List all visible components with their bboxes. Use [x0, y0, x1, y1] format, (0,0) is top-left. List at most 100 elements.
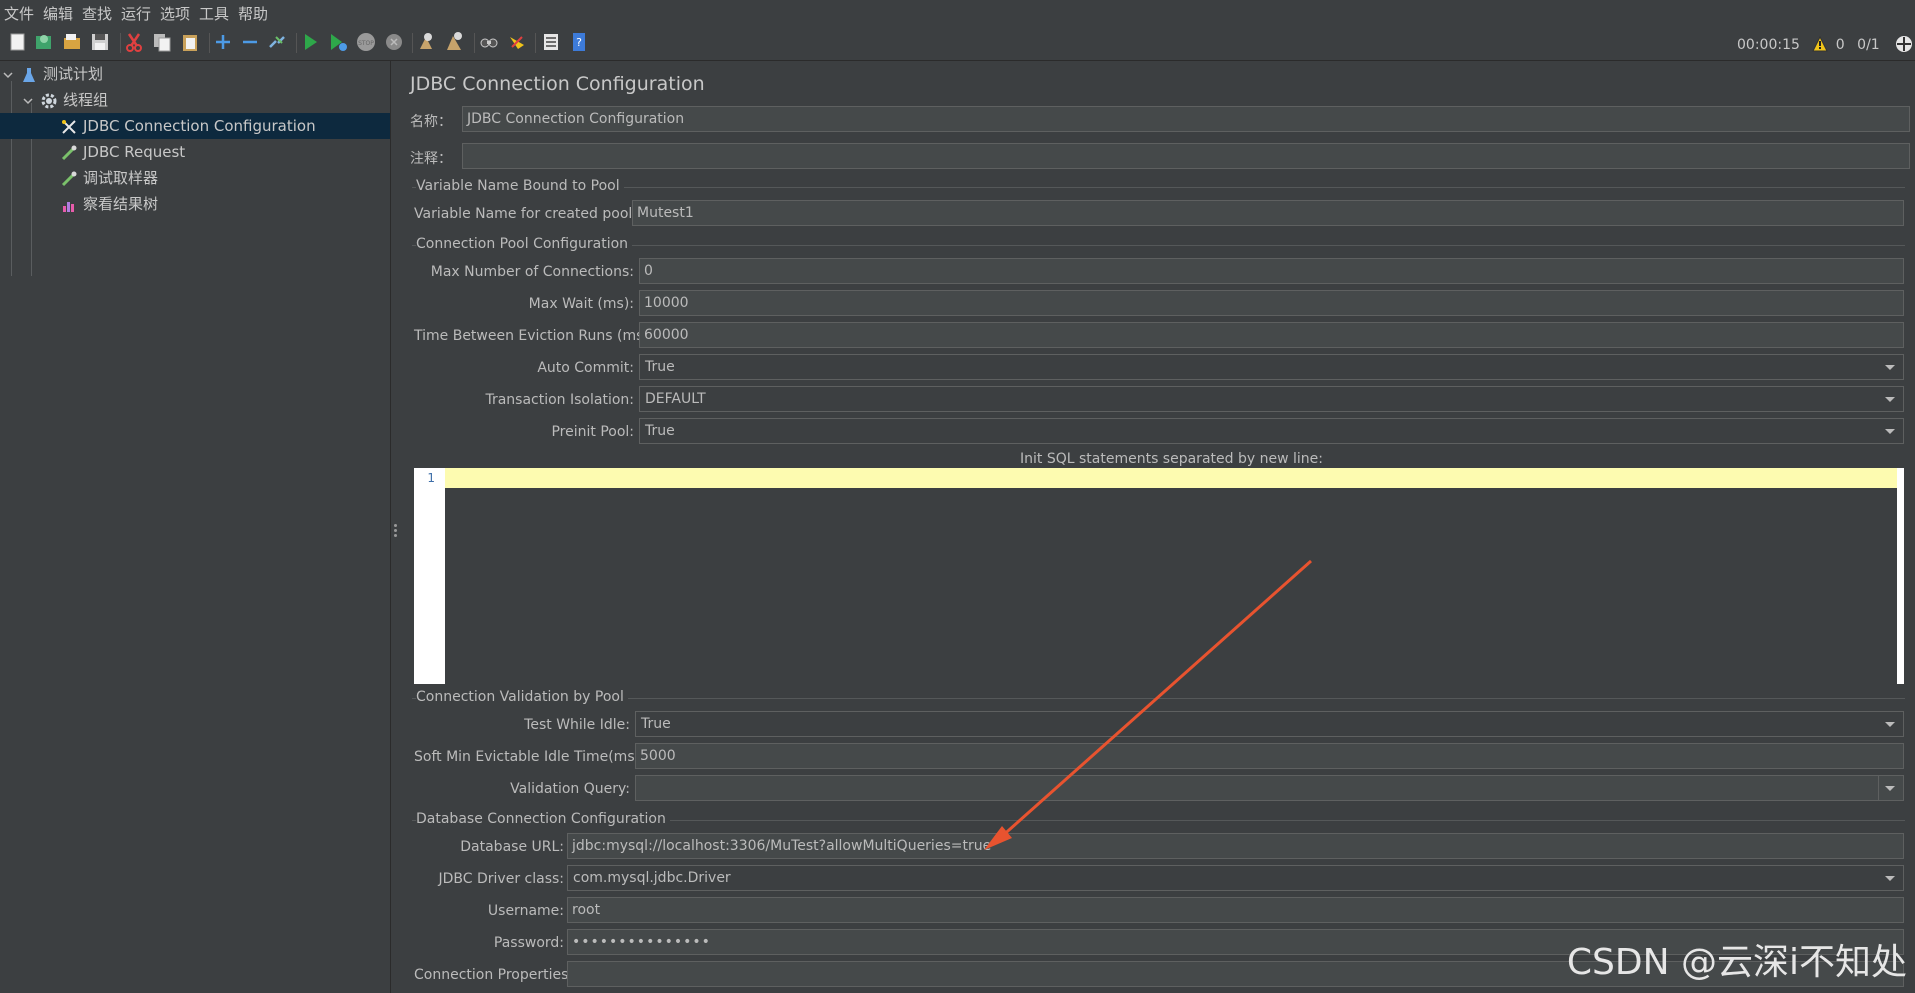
chevron-down-icon[interactable]	[2, 66, 14, 84]
max-connections-field[interactable]: 0	[639, 258, 1904, 284]
search-icon[interactable]	[478, 31, 500, 53]
max-wait-field[interactable]: 10000	[639, 290, 1904, 316]
test-while-idle-select[interactable]: True	[635, 711, 1904, 737]
tree-node-thread-group[interactable]: 线程组	[22, 87, 108, 113]
auto-commit-select[interactable]: True	[639, 354, 1904, 380]
start-icon[interactable]	[299, 31, 321, 53]
tree-node-debug-sampler[interactable]: 调试取样器	[60, 165, 158, 191]
reset-search-icon[interactable]	[506, 31, 528, 53]
clear-icon[interactable]	[416, 31, 438, 53]
copy-icon[interactable]	[151, 31, 173, 53]
gear-icon	[41, 93, 57, 108]
remote-engines-icon[interactable]	[1894, 34, 1914, 54]
eviction-runs-field[interactable]: 60000	[639, 322, 1904, 348]
validation-query-select[interactable]	[635, 775, 1904, 801]
page-title: JDBC Connection Configuration	[410, 73, 705, 95]
tree-node-view-results-tree[interactable]: 察看结果树	[60, 191, 158, 217]
config-tools-icon	[62, 119, 76, 134]
collapse-icon[interactable]	[239, 31, 261, 53]
line-number: 1	[427, 471, 435, 485]
open-icon[interactable]	[61, 31, 83, 53]
tree-label: JDBC Connection Configuration	[83, 117, 316, 135]
init-sql-label: Init SQL statements separated by new lin…	[1020, 451, 1323, 467]
pool-variable-field[interactable]: Mutest1	[632, 200, 1904, 226]
menu-options[interactable]: 选项	[160, 3, 190, 24]
line-number-gutter: 1	[414, 468, 445, 684]
current-line-highlight	[445, 468, 1897, 488]
tree-label: 测试计划	[43, 65, 104, 83]
menu-tools[interactable]: 工具	[199, 3, 229, 24]
chevron-down-icon	[1885, 876, 1895, 881]
flask-icon	[23, 67, 35, 82]
menu-run[interactable]: 运行	[121, 3, 151, 24]
database-url-label: Database URL:	[460, 839, 564, 855]
paste-icon[interactable]	[179, 31, 201, 53]
shutdown-icon[interactable]	[383, 31, 405, 53]
tree-node-jdbc-config[interactable]: JDBC Connection Configuration	[0, 113, 390, 139]
validation-query-label: Validation Query:	[510, 781, 630, 797]
config-panel: JDBC Connection Configuration 名称： JDBC C…	[400, 61, 1915, 993]
transaction-isolation-select[interactable]: DEFAULT	[639, 386, 1904, 412]
connection-properties-label: Connection Properties:	[414, 967, 574, 983]
expand-icon[interactable]	[212, 31, 234, 53]
max-wait-label: Max Wait (ms):	[528, 296, 634, 312]
chevron-down-icon	[1885, 365, 1895, 370]
save-icon[interactable]	[89, 31, 111, 53]
sampler-pipette-icon	[61, 171, 77, 186]
templates-icon[interactable]	[33, 31, 55, 53]
soft-min-idle-field[interactable]: 5000	[635, 743, 1904, 769]
cut-icon[interactable]	[123, 31, 145, 53]
transaction-isolation-label: Transaction Isolation:	[485, 392, 634, 408]
elapsed-time: 00:00:15	[1737, 37, 1800, 53]
section-title-pool: Connection Pool Configuration	[416, 236, 633, 252]
preinit-pool-value: True	[645, 423, 675, 439]
preinit-pool-label: Preinit Pool:	[551, 424, 634, 440]
test-while-idle-label: Test While Idle:	[524, 717, 630, 733]
svg-text:STOP: STOP	[358, 40, 374, 47]
listener-chart-icon	[63, 201, 74, 212]
warning-count: 0	[1835, 37, 1845, 53]
editor-scrollbar[interactable]	[1897, 468, 1904, 684]
clear-all-icon[interactable]	[444, 31, 466, 53]
menu-help[interactable]: 帮助	[238, 3, 268, 24]
function-helper-icon[interactable]	[540, 31, 562, 53]
preinit-pool-select[interactable]: True	[639, 418, 1904, 444]
new-icon[interactable]	[7, 31, 29, 53]
password-label: Password:	[493, 935, 564, 951]
auto-commit-value: True	[645, 359, 675, 375]
tree-node-test-plan[interactable]: 测试计划	[2, 61, 103, 87]
toolbar: STOP ? 00:00:15 0 0/1	[0, 25, 1915, 61]
start-no-pause-icon[interactable]	[327, 31, 349, 53]
menu-file[interactable]: 文件	[4, 3, 34, 24]
comment-label: 注释：	[410, 151, 452, 167]
driver-class-select[interactable]: com.mysql.jdbc.Driver	[567, 865, 1904, 891]
toggle-icon[interactable]	[266, 31, 288, 53]
username-field[interactable]: root	[567, 897, 1904, 923]
warning-icon[interactable]	[1812, 35, 1829, 52]
comment-field[interactable]	[462, 143, 1910, 169]
tree-label: 线程组	[63, 91, 109, 109]
tree-label: 察看结果树	[83, 195, 159, 213]
name-field[interactable]: JDBC Connection Configuration	[462, 106, 1910, 132]
tree-label: 调试取样器	[83, 169, 159, 187]
tree-node-jdbc-request[interactable]: JDBC Request	[60, 139, 185, 165]
name-label: 名称：	[410, 114, 452, 130]
driver-class-label: JDBC Driver class:	[438, 871, 565, 887]
max-connections-label: Max Number of Connections:	[430, 264, 634, 280]
chevron-down-icon	[1885, 397, 1895, 402]
init-sql-editor[interactable]: 1	[414, 468, 1904, 684]
pool-variable-label: Variable Name for created pool:	[414, 206, 637, 222]
stop-icon[interactable]: STOP	[355, 31, 377, 53]
section-title-variable: Variable Name Bound to Pool	[416, 178, 624, 194]
sampler-pipette-icon	[61, 145, 77, 160]
auto-commit-label: Auto Commit:	[537, 360, 634, 376]
thread-count: 0/1	[1857, 37, 1880, 53]
menu-edit[interactable]: 编辑	[43, 3, 73, 24]
chevron-down-icon[interactable]	[22, 92, 34, 110]
menu-search[interactable]: 查找	[82, 3, 112, 24]
chevron-down-icon	[1885, 429, 1895, 434]
help-icon[interactable]: ?	[568, 31, 590, 53]
test-while-idle-value: True	[641, 716, 671, 732]
database-url-field[interactable]: jdbc:mysql://localhost:3306/MuTest?allow…	[567, 833, 1904, 859]
section-title-validation: Connection Validation by Pool	[416, 689, 628, 705]
